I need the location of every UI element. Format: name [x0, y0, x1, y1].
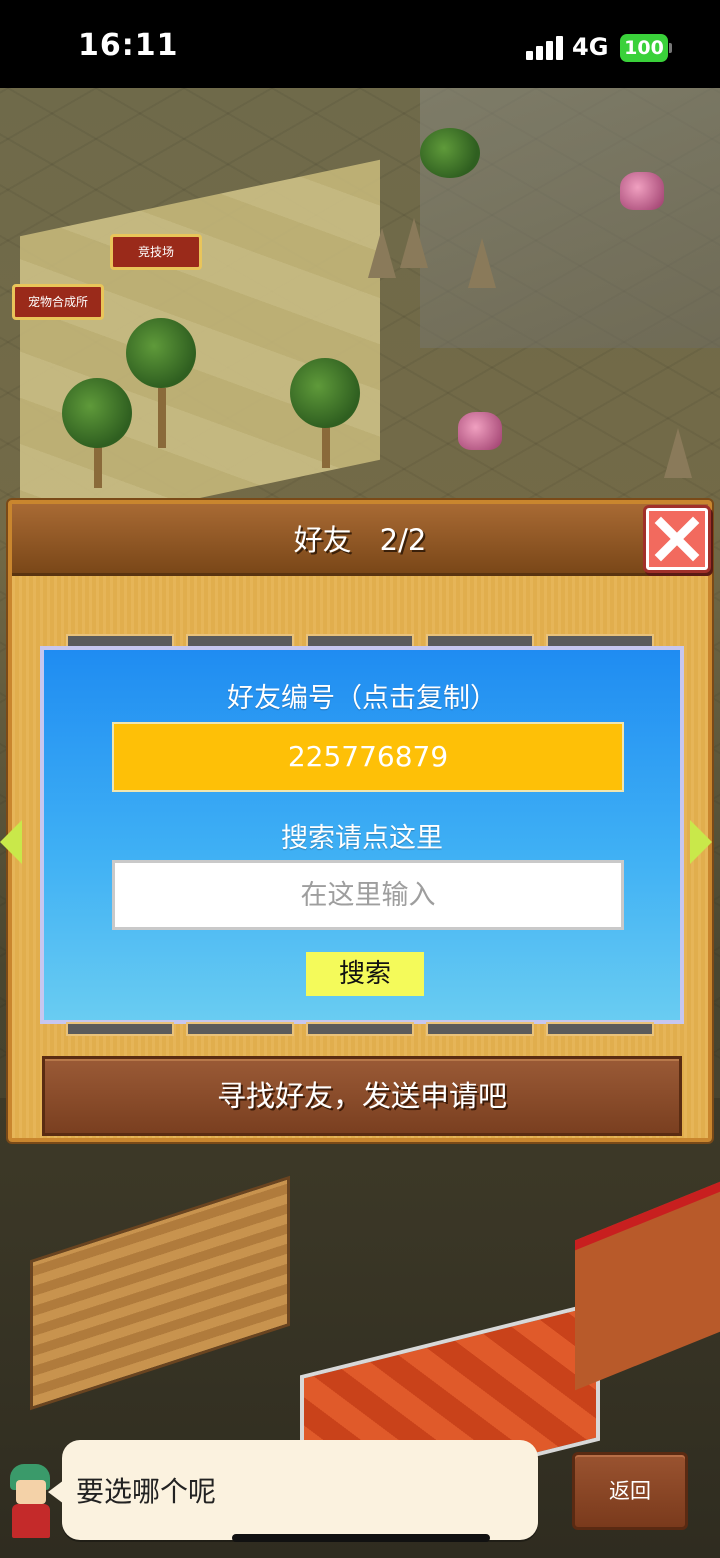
prev-page-arrow-icon[interactable]	[0, 820, 22, 864]
back-button[interactable]: 返回	[572, 1452, 688, 1530]
rock-spike	[468, 238, 496, 288]
home-indicator[interactable]	[232, 1534, 490, 1542]
rock-spike	[368, 228, 396, 278]
friend-slots-bottom	[40, 1022, 684, 1036]
palm-tree	[290, 358, 360, 428]
close-button[interactable]	[646, 508, 708, 570]
search-input[interactable]	[112, 860, 624, 930]
speech-text: 要选哪个呢	[76, 1475, 217, 1508]
palm-tree	[126, 318, 196, 388]
friend-search-panel: 好友编号（点击复制） 225776879 搜索请点这里 搜索	[40, 646, 684, 1024]
pet-fusion-label[interactable]: 宠物合成所	[12, 284, 104, 320]
signal-icon	[526, 36, 564, 60]
rocky-area	[420, 88, 720, 348]
battery-icon: 100	[620, 34, 672, 62]
battery-level: 100	[620, 34, 668, 62]
speech-bubble: 要选哪个呢	[48, 1440, 538, 1540]
dialog-page-indicator: 2/2	[379, 523, 427, 557]
rock-spike	[664, 428, 692, 478]
palm-tree	[62, 378, 132, 448]
next-page-arrow-icon[interactable]	[690, 820, 712, 864]
close-x-icon	[654, 516, 700, 562]
send-request-banner: 寻找好友，发送申请吧	[42, 1056, 682, 1136]
friend-dialog: 好友 2/2 好友编号（点击复制） 225776879 搜索请点这里 搜索 寻找好…	[0, 500, 712, 1142]
friend-id-caption: 好友编号（点击复制）	[227, 683, 497, 714]
bush	[420, 128, 480, 178]
dialog-header: 好友 2/2	[12, 504, 708, 576]
status-time: 16:11	[78, 28, 179, 63]
network-label: 4G	[572, 33, 609, 61]
crystal-ore[interactable]	[620, 172, 664, 210]
dialog-title-text: 好友	[293, 523, 352, 557]
arena-label[interactable]: 竞技场	[110, 234, 202, 270]
dialog-title: 好友 2/2	[12, 504, 708, 576]
grass-area	[20, 159, 380, 537]
crystal-ore[interactable]	[458, 412, 502, 450]
search-caption: 搜索请点这里	[281, 823, 443, 854]
search-button[interactable]: 搜索	[306, 952, 424, 996]
friend-id-copy-field[interactable]: 225776879	[112, 722, 624, 792]
status-bar: 16:11 4G 100	[0, 0, 720, 88]
rock-spike	[400, 218, 428, 268]
